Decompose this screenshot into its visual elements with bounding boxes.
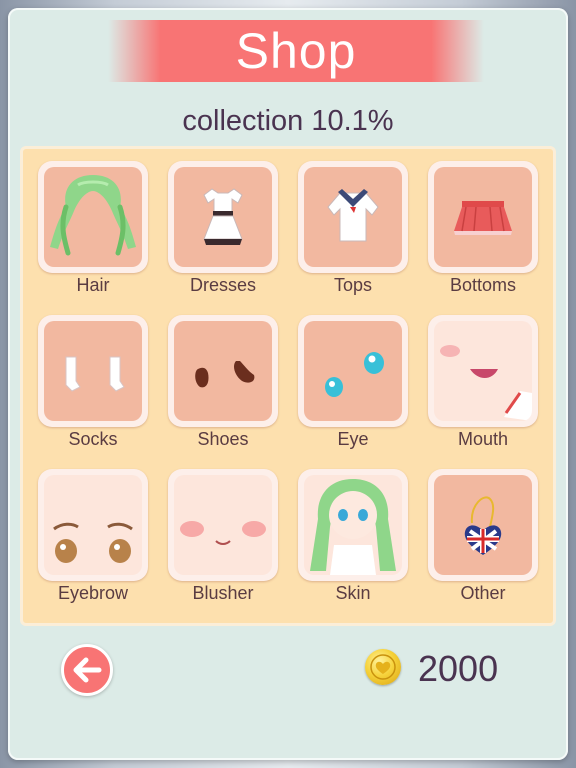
category-eyebrow[interactable]: Eyebrow: [38, 469, 148, 619]
coin-icon: [365, 649, 401, 685]
category-label: Tops: [333, 275, 373, 295]
category-tops[interactable]: Tops: [298, 161, 408, 311]
arrow-left-icon: [73, 657, 102, 683]
category-tile: [298, 315, 408, 427]
category-socks[interactable]: Socks: [38, 315, 148, 465]
eye-icon: [325, 352, 384, 397]
shop-panel: Shop collection 10.1% Hair Dresses Tops …: [8, 8, 568, 760]
category-shoes[interactable]: Shoes: [168, 315, 278, 465]
dress-icon: [203, 188, 243, 245]
coin-balance: 2000: [418, 648, 499, 689]
category-label: Bottoms: [449, 275, 517, 295]
category-dresses[interactable]: Dresses: [168, 161, 278, 311]
heart-pendant-icon: [464, 496, 502, 555]
category-tile: [38, 161, 148, 273]
category-label: Eye: [337, 429, 369, 449]
category-tile: [168, 469, 278, 581]
category-tile: [298, 469, 408, 581]
category-blusher[interactable]: Blusher: [168, 469, 278, 619]
back-button[interactable]: [61, 644, 113, 696]
category-label: Shoes: [197, 429, 249, 449]
category-tile: [38, 469, 148, 581]
title-banner: Shop: [108, 20, 484, 82]
category-label: Dresses: [189, 275, 256, 295]
category-label: Mouth: [457, 429, 509, 449]
category-other[interactable]: Other: [428, 469, 538, 619]
category-label: Other: [460, 583, 506, 603]
category-label: Skin: [335, 583, 371, 603]
category-label: Blusher: [192, 583, 254, 603]
category-tile: [428, 315, 538, 427]
category-mouth[interactable]: Mouth: [428, 315, 538, 465]
mouth-icon: [440, 345, 532, 421]
hair-icon: [50, 175, 136, 256]
socks-icon: [65, 356, 125, 392]
category-tile: [168, 315, 278, 427]
category-tile: [298, 161, 408, 273]
category-eye[interactable]: Eye: [298, 315, 408, 465]
skin-icon: [310, 479, 396, 575]
category-tile: [38, 315, 148, 427]
category-tile: [428, 469, 538, 581]
category-tile: [428, 161, 538, 273]
top-icon: [327, 189, 379, 242]
skirt-icon: [454, 201, 512, 235]
category-bottoms[interactable]: Bottoms: [428, 161, 538, 311]
category-label: Eyebrow: [57, 583, 129, 603]
blusher-icon: [180, 521, 266, 545]
category-tile: [168, 161, 278, 273]
eyebrow-icon: [53, 522, 133, 563]
category-skin[interactable]: Skin: [298, 469, 408, 619]
category-hair[interactable]: Hair: [38, 161, 148, 311]
category-grid: Hair Dresses Tops Bottoms Socks Shoes Ey…: [20, 146, 556, 626]
category-label: Hair: [76, 275, 110, 295]
shoes-icon: [195, 361, 255, 388]
collection-progress: collection 10.1%: [182, 105, 394, 137]
category-label: Socks: [68, 429, 118, 449]
shop-title: Shop: [235, 23, 357, 79]
